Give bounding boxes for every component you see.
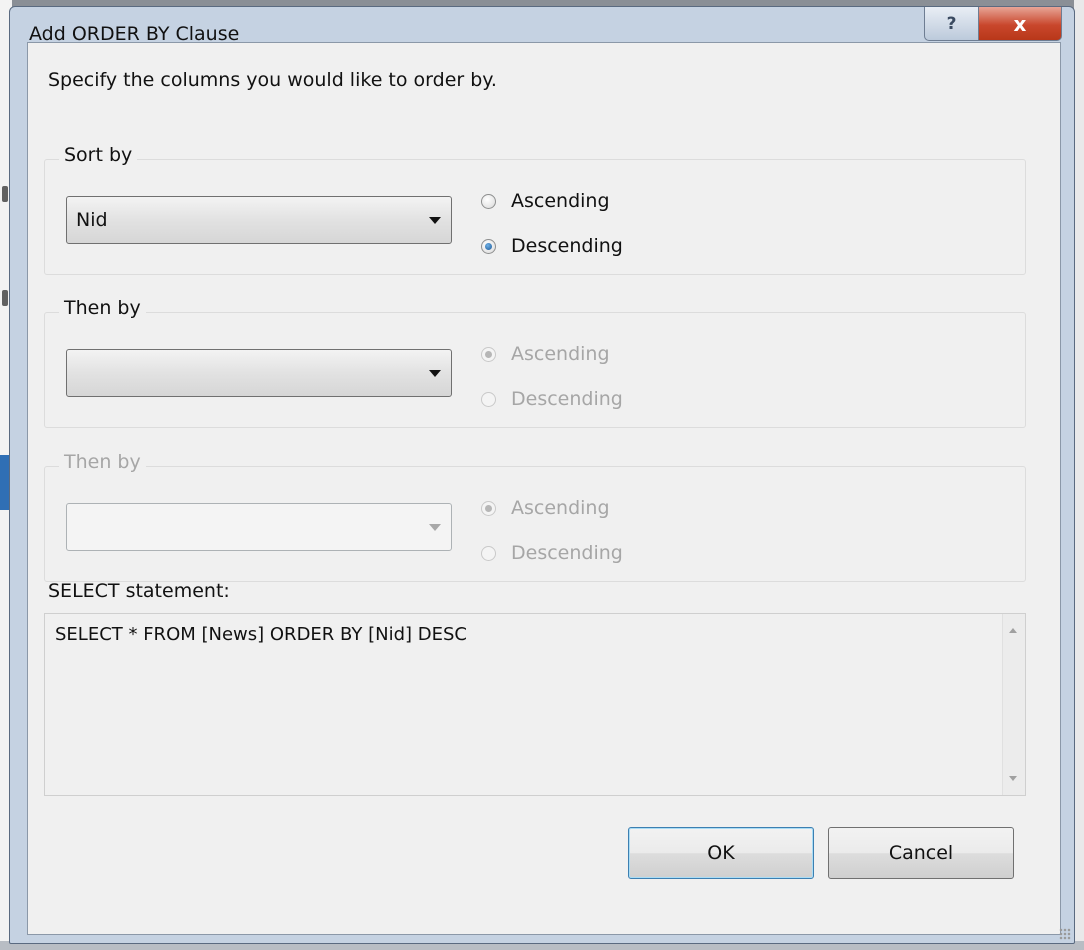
sort-by-descending-radio[interactable]: Descending: [481, 235, 623, 257]
select-statement-text: SELECT * FROM [News] ORDER BY [Nid] DESC: [55, 624, 467, 645]
scroll-down-icon[interactable]: [1009, 776, 1017, 781]
radio-unchecked-icon: [481, 545, 496, 561]
sort-by-column-dropdown[interactable]: Nid: [66, 196, 452, 244]
then-by-group-1: Then by Ascending Descending: [44, 297, 1026, 428]
radio-unchecked-icon: [481, 391, 496, 407]
cancel-button[interactable]: Cancel: [828, 827, 1014, 879]
background-selection: [0, 455, 9, 510]
radio-checked-icon: [481, 346, 496, 362]
then-by-1-ascending-radio: Ascending: [481, 343, 610, 365]
select-statement-label: SELECT statement:: [48, 580, 230, 602]
ascending-label: Ascending: [511, 343, 610, 365]
caption-buttons: ? x: [924, 7, 1062, 41]
ok-button[interactable]: OK: [628, 827, 814, 879]
descending-label: Descending: [511, 388, 623, 410]
radio-checked-icon: [481, 500, 496, 516]
sort-by-group: Sort by Nid Ascending Descending: [44, 144, 1026, 275]
background-glyph: [2, 186, 8, 202]
sort-by-label: Sort by: [59, 144, 138, 166]
then-by-label: Then by: [59, 451, 146, 473]
chevron-down-icon: [429, 217, 441, 224]
then-by-label: Then by: [59, 297, 146, 319]
resize-grip-icon[interactable]: [1059, 928, 1071, 940]
radio-checked-icon: [481, 238, 496, 254]
chevron-down-icon: [429, 524, 441, 531]
descending-label: Descending: [511, 235, 623, 257]
chevron-down-icon: [429, 370, 441, 377]
then-by-column-dropdown-1[interactable]: [66, 349, 452, 397]
close-icon: x: [1013, 11, 1027, 36]
sort-by-ascending-radio[interactable]: Ascending: [481, 190, 610, 212]
sort-by-column-value: Nid: [76, 209, 108, 231]
radio-unchecked-icon: [481, 193, 496, 209]
select-statement-textbox[interactable]: SELECT * FROM [News] ORDER BY [Nid] DESC: [44, 613, 1026, 796]
then-by-2-ascending-radio: Ascending: [481, 497, 610, 519]
then-by-2-descending-radio: Descending: [481, 542, 623, 564]
then-by-1-descending-radio: Descending: [481, 388, 623, 410]
close-button[interactable]: x: [978, 7, 1062, 41]
background-app-right-edge: [1074, 0, 1084, 950]
help-button[interactable]: ?: [924, 7, 978, 41]
then-by-group-2: Then by Ascending Descending: [44, 451, 1026, 582]
descending-label: Descending: [511, 542, 623, 564]
ascending-label: Ascending: [511, 497, 610, 519]
background-glyph: [2, 290, 8, 306]
help-icon: ?: [946, 13, 957, 34]
order-by-dialog: Add ORDER BY Clause ? x Specify the colu…: [9, 6, 1075, 944]
then-by-column-dropdown-2: [66, 503, 452, 551]
ascending-label: Ascending: [511, 190, 610, 212]
vertical-scrollbar[interactable]: [1002, 614, 1025, 795]
instructions-text: Specify the columns you would like to or…: [48, 69, 497, 91]
scroll-up-icon[interactable]: [1009, 628, 1017, 633]
